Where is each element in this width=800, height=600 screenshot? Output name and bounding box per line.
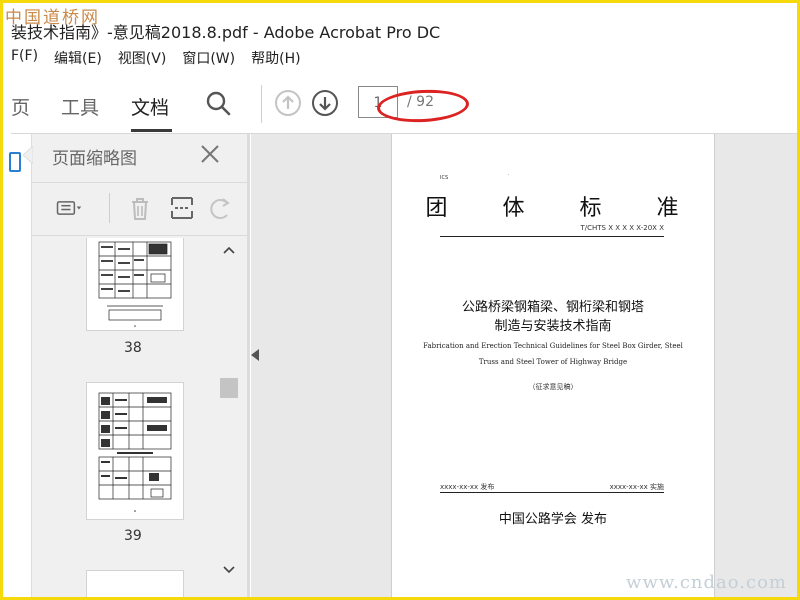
- tab-document[interactable]: 文档: [131, 93, 169, 120]
- title-rule: [440, 236, 664, 237]
- page-thumbnail[interactable]: [86, 570, 184, 597]
- panel-pointer: [23, 146, 33, 164]
- issue-date: xxxx-xx-xx 发布: [440, 483, 495, 491]
- active-tab-indicator: [131, 129, 172, 132]
- panel-title: 页面缩略图: [52, 149, 137, 169]
- title-bar: 装技术指南》-意见稿2018.8.pdf - Adobe Acrobat Pro…: [3, 3, 797, 47]
- tab-home[interactable]: 页: [11, 93, 30, 120]
- panel-toolbar-divider: [109, 193, 110, 223]
- implementation-date: xxxx-xx-xx 实施: [609, 483, 664, 491]
- draft-label: （征求意见稿）: [528, 383, 578, 391]
- english-title-line-2: Truss and Steel Tower of Highway Bridge: [478, 358, 628, 366]
- navigation-strip: [3, 134, 23, 597]
- collapse-panel-icon[interactable]: [251, 349, 259, 361]
- watermark-top: 中国道桥网: [5, 8, 100, 28]
- thumbnails-scrollbar[interactable]: [220, 238, 240, 578]
- toolbar-divider: [261, 85, 262, 123]
- next-page-icon[interactable]: [311, 89, 339, 117]
- menu-view[interactable]: 视图(V): [118, 48, 167, 74]
- acrobat-window: 中国道桥网 装技术指南》-意见稿2018.8.pdf - Adobe Acrob…: [3, 3, 797, 597]
- footer-rule: [440, 492, 664, 493]
- delete-icon[interactable]: [127, 195, 153, 221]
- document-viewport: ICS . 团 体 标 准 T/CHTS X X X X X-20X X 公路桥…: [251, 134, 797, 597]
- chinese-title-line-2: 制造与安装技术指南: [494, 319, 612, 334]
- page-thumbnail[interactable]: [86, 382, 184, 520]
- watermark-bottom: www.cndao.com: [626, 572, 787, 593]
- scrollbar-thumb[interactable]: [220, 378, 238, 398]
- thumbnail-label: 38: [124, 340, 142, 356]
- scroll-up-icon[interactable]: [223, 246, 235, 254]
- panel-splitter[interactable]: [247, 134, 250, 597]
- standard-code: T/CHTS X X X X X-20X X: [580, 224, 664, 232]
- english-title-line-1: Fabrication and Erection Technical Guide…: [423, 342, 683, 350]
- insert-pages-icon[interactable]: [169, 195, 195, 221]
- ics-label: ICS: [440, 175, 449, 181]
- menu-window[interactable]: 窗口(W): [182, 48, 235, 74]
- page-thumbnail[interactable]: [86, 238, 184, 331]
- thumbnail-table-preview: [98, 392, 172, 512]
- toolbar: 页 工具 文档 1 / 92: [11, 75, 797, 134]
- scroll-down-icon[interactable]: [223, 566, 235, 574]
- close-icon[interactable]: [200, 144, 220, 164]
- thumbnail-table-preview: [98, 241, 172, 327]
- chinese-title-line-1: 公路桥梁钢箱梁、钢桁梁和钢塔: [461, 300, 644, 315]
- page-thumbnails-icon[interactable]: [9, 152, 21, 172]
- pdf-page: ICS . 团 体 标 准 T/CHTS X X X X X-20X X 公路桥…: [391, 134, 715, 597]
- menu-edit[interactable]: 编辑(E): [54, 48, 102, 74]
- previous-page-icon[interactable]: [274, 89, 302, 117]
- rotate-icon[interactable]: [207, 195, 233, 221]
- menu-help[interactable]: 帮助(H): [251, 48, 300, 74]
- tab-tools[interactable]: 工具: [61, 93, 99, 120]
- search-icon[interactable]: [204, 89, 232, 117]
- page-mark: .: [508, 171, 510, 177]
- thumbnails-panel: 页面缩略图 38 39: [23, 134, 248, 597]
- publisher: 中国公路学会 发布: [498, 512, 608, 527]
- panel-toolbar: [32, 182, 248, 236]
- menu-file[interactable]: F(F): [11, 48, 38, 74]
- menu-bar: F(F) 编辑(E) 视图(V) 窗口(W) 帮助(H): [11, 48, 301, 74]
- standard-title: 团 体 标 准: [425, 196, 703, 221]
- thumbnail-label: 39: [124, 528, 142, 544]
- options-menu-icon[interactable]: [56, 195, 82, 221]
